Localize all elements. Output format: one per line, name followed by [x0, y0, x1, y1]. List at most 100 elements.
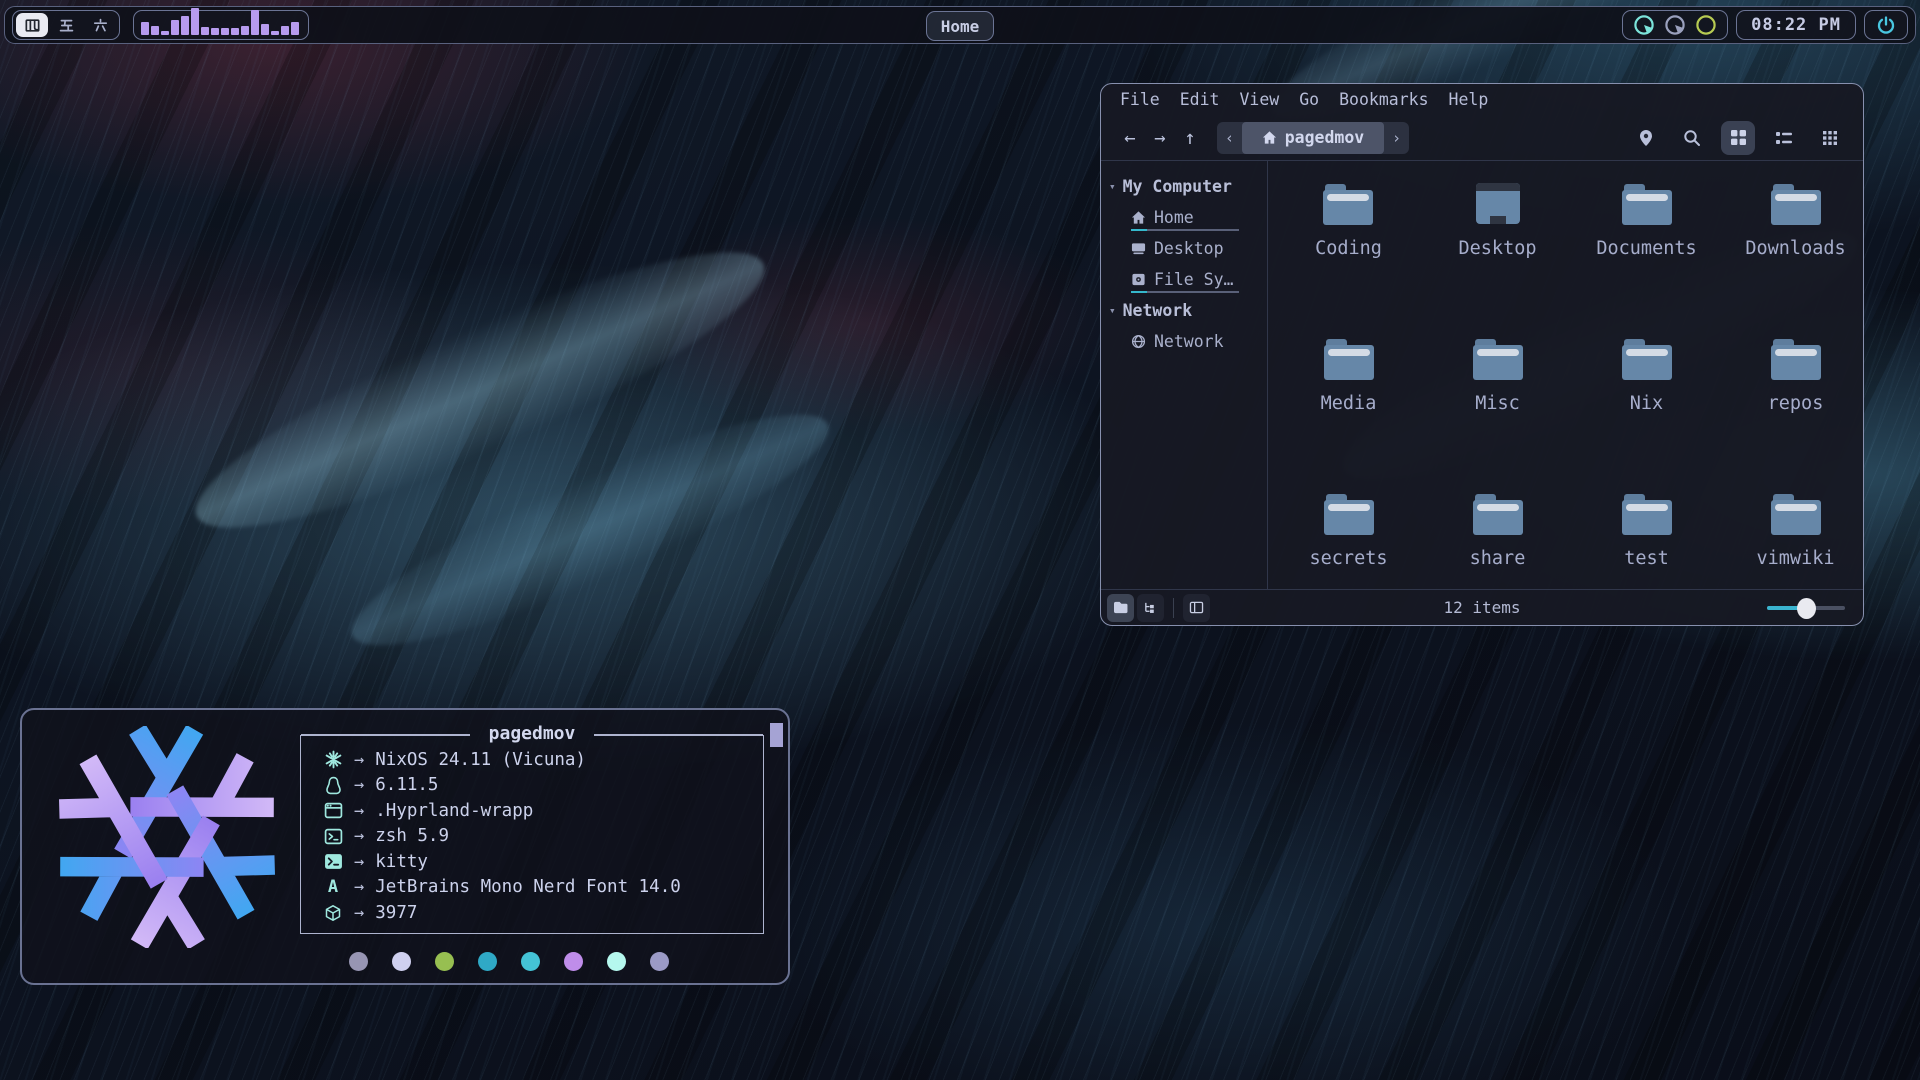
- menu-bookmarks[interactable]: Bookmarks: [1329, 90, 1438, 109]
- palette-color-dot: [392, 952, 411, 971]
- terminal-window: pagedmov → NixOS 24.11 (Vicuna): [20, 708, 790, 985]
- drive-icon: [1131, 272, 1146, 287]
- folder-item[interactable]: Documents: [1596, 175, 1696, 330]
- visualizer-bar: [231, 28, 239, 35]
- path-scroll-right-button[interactable]: ›: [1384, 129, 1409, 147]
- sidebar-item-desktop[interactable]: Desktop: [1101, 233, 1267, 264]
- active-window-title-widget[interactable]: Home: [926, 11, 994, 41]
- back-button[interactable]: ←: [1115, 123, 1145, 153]
- folder-icon: [1618, 489, 1676, 539]
- list-view-icon: [1775, 130, 1793, 146]
- path-segment-label: pagedmov: [1285, 128, 1364, 147]
- folder-name: Downloads: [1745, 238, 1845, 259]
- clock-widget[interactable]: 08:22 PM: [1736, 10, 1856, 40]
- path-segment-home[interactable]: pagedmov: [1242, 122, 1384, 154]
- menu-view[interactable]: View: [1230, 90, 1290, 109]
- compact-view-icon: [1822, 130, 1838, 146]
- hanzi-six-icon: [92, 17, 109, 34]
- font-value: JetBrains Mono Nerd Font 14.0: [375, 877, 681, 897]
- folder-item[interactable]: Media: [1320, 330, 1378, 485]
- packages-value: 3977: [375, 903, 417, 923]
- sidebar-item-label: Desktop: [1154, 239, 1224, 258]
- location-pin-icon: [1638, 129, 1654, 147]
- item-count-text: 12 items: [1101, 598, 1863, 617]
- location-pin-button[interactable]: [1629, 121, 1663, 155]
- collapse-triangle-icon: ▾: [1109, 180, 1116, 193]
- arrow-icon: →: [354, 877, 364, 897]
- workspace-5-button[interactable]: [50, 13, 82, 37]
- audio-visualizer-widget: [133, 10, 309, 40]
- power-icon: [1876, 15, 1896, 35]
- menu-edit[interactable]: Edit: [1170, 90, 1230, 109]
- disk-gauge-icon: [1695, 14, 1717, 36]
- active-window-title: Home: [941, 17, 980, 36]
- file-manager-menubar: File Edit View Go Bookmarks Help: [1101, 84, 1863, 115]
- sidebar-item-home[interactable]: Home: [1101, 202, 1267, 233]
- slider-knob[interactable]: [1797, 598, 1816, 619]
- power-button[interactable]: [1864, 10, 1908, 40]
- icon-view-button[interactable]: [1721, 121, 1755, 155]
- home-icon: [1131, 210, 1146, 225]
- globe-icon: [1131, 334, 1146, 349]
- sidebar-section-network[interactable]: ▾ Network: [1101, 295, 1267, 326]
- terminal-icon: [324, 853, 343, 870]
- shell-icon: [324, 828, 343, 845]
- fastfetch-row-kernel: → 6.11.5: [321, 773, 763, 799]
- fastfetch-row-shell: → zsh 5.9: [321, 824, 763, 850]
- folder-name: Misc: [1475, 393, 1520, 414]
- topbar-right-modules: 08:22 PM: [1622, 10, 1908, 40]
- folder-name: Media: [1321, 393, 1377, 414]
- arrow-icon: →: [354, 801, 364, 821]
- compact-view-button[interactable]: [1813, 121, 1847, 155]
- places-sidebar: ▾ My Computer Home Desktop File Sy…: [1101, 161, 1267, 589]
- folder-item[interactable]: Misc: [1469, 330, 1527, 485]
- search-button[interactable]: [1675, 121, 1709, 155]
- system-gauges-widget[interactable]: [1622, 10, 1728, 40]
- fastfetch-row-wm: → .Hyprland-wrapp: [321, 798, 763, 824]
- kernel-value: 6.11.5: [375, 775, 438, 795]
- folder-item[interactable]: Nix: [1618, 330, 1676, 485]
- visualizer-bar: [151, 26, 159, 35]
- sidebar-item-network[interactable]: Network: [1101, 326, 1267, 357]
- folder-item[interactable]: Coding: [1315, 175, 1382, 330]
- path-scroll-left-button[interactable]: ‹: [1217, 129, 1242, 147]
- arrow-icon: →: [354, 750, 364, 770]
- palette-color-dot: [478, 952, 497, 971]
- fastfetch-rows: → NixOS 24.11 (Vicuna) → 6.11.5: [301, 735, 763, 926]
- workspace-4-button[interactable]: [16, 13, 48, 37]
- folder-item[interactable]: Downloads: [1745, 175, 1845, 330]
- up-button[interactable]: ↑: [1175, 123, 1205, 153]
- folder-name: share: [1470, 548, 1526, 569]
- fastfetch-row-font: A → JetBrains Mono Nerd Font 14.0: [321, 875, 763, 901]
- frame-line: [301, 734, 470, 736]
- collapse-triangle-icon: ▾: [1109, 304, 1116, 317]
- menu-file[interactable]: File: [1110, 90, 1170, 109]
- menu-go[interactable]: Go: [1289, 90, 1329, 109]
- frame-line: [594, 734, 763, 736]
- forward-icon: →: [1154, 127, 1165, 149]
- workspace-6-button[interactable]: [84, 13, 116, 37]
- toolbar-view-controls: [1629, 121, 1847, 155]
- arrow-icon: →: [354, 852, 364, 872]
- sidebar-item-label: Network: [1154, 332, 1224, 351]
- sidebar-section-my-computer[interactable]: ▾ My Computer: [1101, 171, 1267, 202]
- fastfetch-frame: pagedmov → NixOS 24.11 (Vicuna): [300, 735, 764, 934]
- nixos-logo: [56, 726, 278, 948]
- forward-button[interactable]: →: [1145, 123, 1175, 153]
- arrow-icon: →: [354, 775, 364, 795]
- visualizer-bar: [291, 22, 299, 35]
- section-label: Network: [1123, 301, 1193, 320]
- visualizer-bar: [281, 26, 289, 35]
- folder-item[interactable]: Desktop: [1459, 175, 1537, 330]
- menu-help[interactable]: Help: [1439, 90, 1499, 109]
- list-view-button[interactable]: [1767, 121, 1801, 155]
- visualizer-bar: [251, 10, 259, 35]
- file-manager-toolbar: ← → ↑ ‹ pagedmov ›: [1101, 115, 1863, 160]
- folder-item[interactable]: repos: [1767, 330, 1825, 485]
- hanzi-five-icon: [58, 17, 75, 34]
- folder-icon: [1319, 179, 1377, 229]
- desktop-folder-icon: [1469, 179, 1527, 229]
- zoom-slider[interactable]: [1767, 598, 1845, 618]
- sidebar-item-filesystem[interactable]: File Sy…: [1101, 264, 1267, 295]
- visualizer-bar: [171, 20, 179, 35]
